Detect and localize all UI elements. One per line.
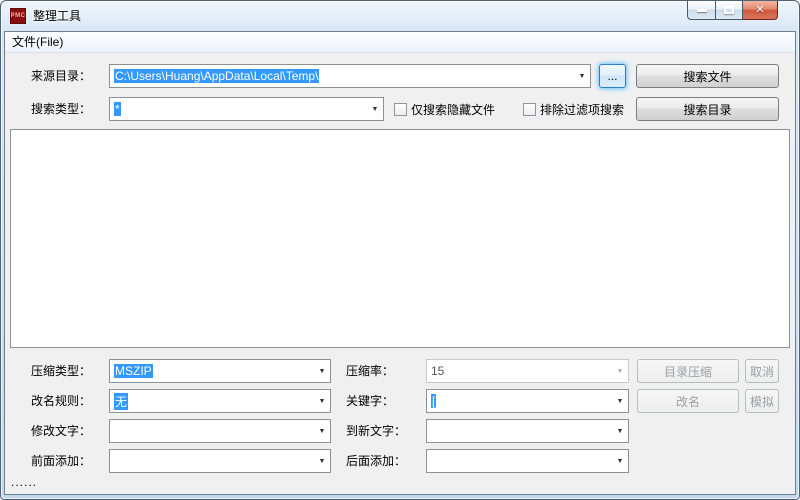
- dropdown-arrow-icon[interactable]: ▼: [314, 390, 330, 412]
- checkbox-hidden-files-label: 仅搜索隐藏文件: [411, 101, 495, 118]
- dropdown-arrow-icon[interactable]: ▼: [314, 360, 330, 382]
- dropdown-arrow-icon[interactable]: ▼: [612, 450, 628, 472]
- dropdown-arrow-icon[interactable]: ▼: [314, 450, 330, 472]
- rename-rule-combo[interactable]: 无 ▼: [109, 389, 331, 413]
- statusbar-text: ......: [11, 472, 37, 492]
- add-front-combo[interactable]: ▼: [109, 449, 331, 473]
- keyword-combo[interactable]: [ ▼: [426, 389, 629, 413]
- compress-rate-label: 压缩率：: [346, 359, 394, 383]
- checkbox-icon[interactable]: [394, 103, 407, 116]
- modify-text-label: 修改文字：: [31, 419, 91, 443]
- checkbox-hidden-files[interactable]: 仅搜索隐藏文件: [394, 97, 495, 121]
- dropdown-arrow-icon[interactable]: ▼: [367, 98, 383, 120]
- search-dirs-button[interactable]: 搜索目录: [636, 97, 779, 121]
- dropdown-arrow-icon[interactable]: ▼: [574, 65, 590, 87]
- keyword-label: 关键字：: [346, 389, 394, 413]
- modify-text-combo[interactable]: ▼: [109, 419, 331, 443]
- add-back-combo[interactable]: ▼: [426, 449, 629, 473]
- dropdown-arrow-icon[interactable]: ▼: [314, 420, 330, 442]
- to-new-text-combo[interactable]: ▼: [426, 419, 629, 443]
- compress-type-combo[interactable]: MSZIP ▼: [109, 359, 331, 383]
- to-new-text-label: 到新文字：: [346, 419, 406, 443]
- search-files-button[interactable]: 搜索文件: [636, 64, 779, 88]
- checkbox-exclude-filter-label: 排除过滤项搜索: [540, 101, 624, 118]
- add-back-label: 后面添加：: [346, 449, 406, 473]
- compress-rate-value: 15: [431, 364, 444, 378]
- source-dir-value: C:\Users\Huang\AppData\Local\Temp\: [114, 69, 319, 83]
- dropdown-arrow-icon: ▼: [612, 360, 628, 382]
- cancel-button[interactable]: 取消: [745, 359, 779, 383]
- source-dir-label: 来源目录：: [31, 64, 91, 88]
- file-list[interactable]: [10, 129, 790, 348]
- dropdown-arrow-icon[interactable]: ▼: [612, 420, 628, 442]
- simulate-button[interactable]: 模拟: [745, 389, 779, 413]
- app-window: PMC 整理工具 ✕ 文件(File) 来源目录： C:\Users\Huang…: [0, 0, 800, 500]
- compress-type-label: 压缩类型：: [31, 359, 91, 383]
- compress-rate-combo[interactable]: 15 ▼: [426, 359, 629, 383]
- search-type-label: 搜索类型：: [31, 97, 91, 121]
- search-type-value: *: [114, 102, 121, 116]
- add-front-label: 前面添加：: [31, 449, 91, 473]
- checkbox-exclude-filter[interactable]: 排除过滤项搜索: [523, 97, 624, 121]
- compress-type-value: MSZIP: [114, 364, 153, 378]
- rename-button[interactable]: 改名: [637, 389, 739, 413]
- dir-compress-button[interactable]: 目录压缩: [637, 359, 739, 383]
- search-type-combo[interactable]: * ▼: [109, 97, 384, 121]
- dropdown-arrow-icon[interactable]: ▼: [612, 390, 628, 412]
- rename-rule-value: 无: [114, 393, 128, 410]
- source-dir-combo[interactable]: C:\Users\Huang\AppData\Local\Temp\ ▼: [109, 64, 591, 88]
- rename-rule-label: 改名规则：: [31, 389, 91, 413]
- browse-button[interactable]: ...: [599, 64, 626, 88]
- keyword-value: [: [431, 394, 436, 408]
- checkbox-icon[interactable]: [523, 103, 536, 116]
